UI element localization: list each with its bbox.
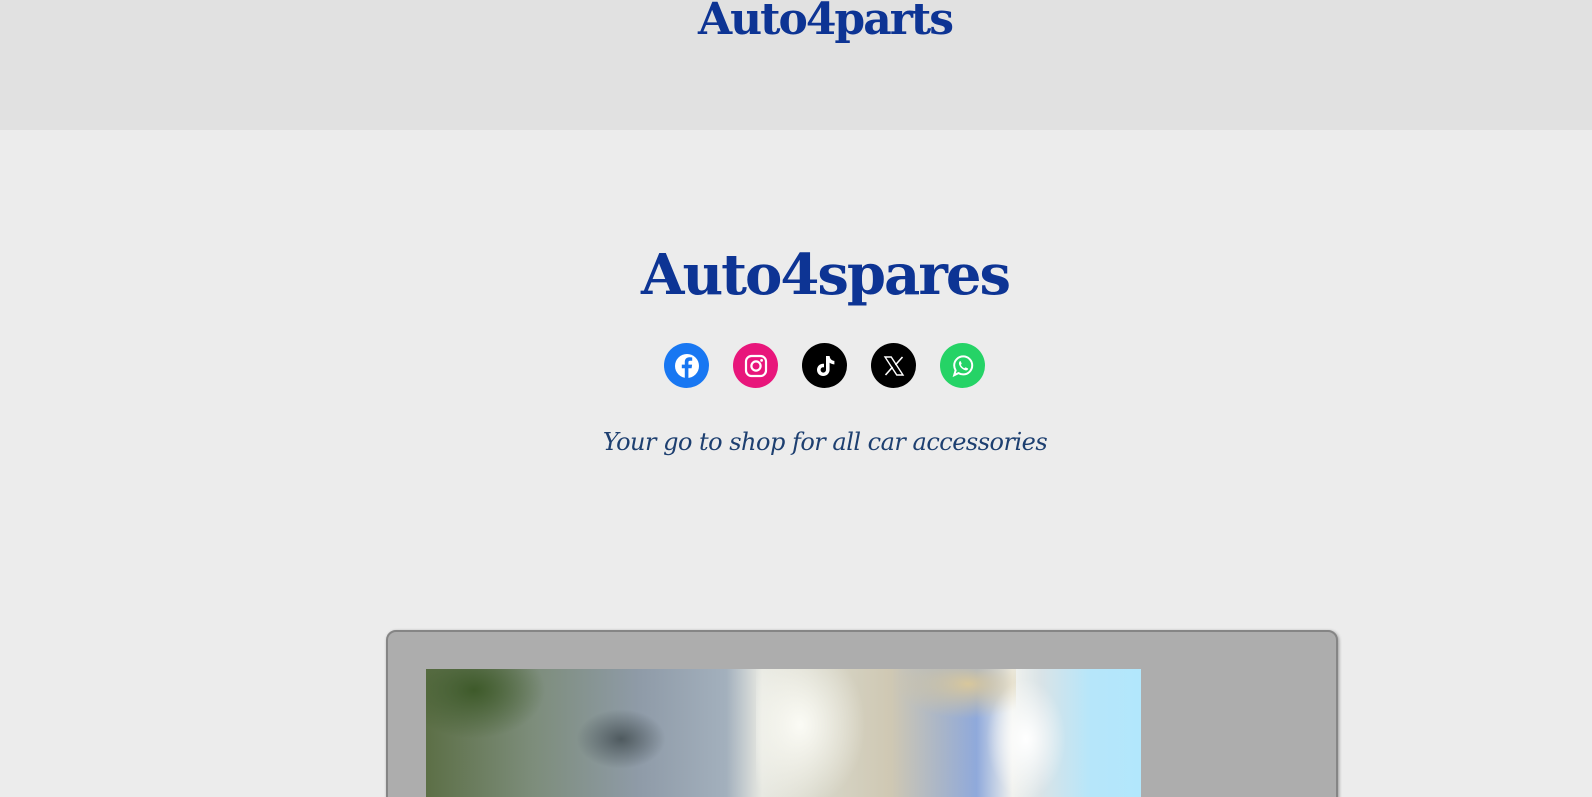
whatsapp-link[interactable] [940, 343, 985, 388]
social-bar [664, 343, 985, 388]
whatsapp-icon [952, 354, 973, 377]
image-blur-region [426, 669, 546, 739]
instagram-link[interactable] [733, 343, 778, 388]
x-link[interactable] [871, 343, 916, 388]
x-icon [883, 355, 904, 376]
facebook-icon [674, 353, 699, 378]
site-header: Auto4parts [0, 0, 1592, 130]
image-blur-region [576, 709, 666, 769]
tiktok-link[interactable] [802, 343, 847, 388]
image-blur-region [756, 669, 866, 797]
tiktok-icon [816, 355, 834, 376]
site-logo-text[interactable]: Auto4parts [0, 0, 1592, 42]
image-blur-region [986, 679, 1066, 797]
page: Auto4parts Auto4spares Your go to shop f… [0, 0, 1592, 797]
instagram-icon [744, 354, 767, 377]
facebook-link[interactable] [664, 343, 709, 388]
hero-title: Auto4spares [641, 242, 1011, 308]
hero-tagline: Your go to shop for all car accessories [602, 428, 1048, 456]
gallery-image[interactable] [426, 669, 1141, 797]
